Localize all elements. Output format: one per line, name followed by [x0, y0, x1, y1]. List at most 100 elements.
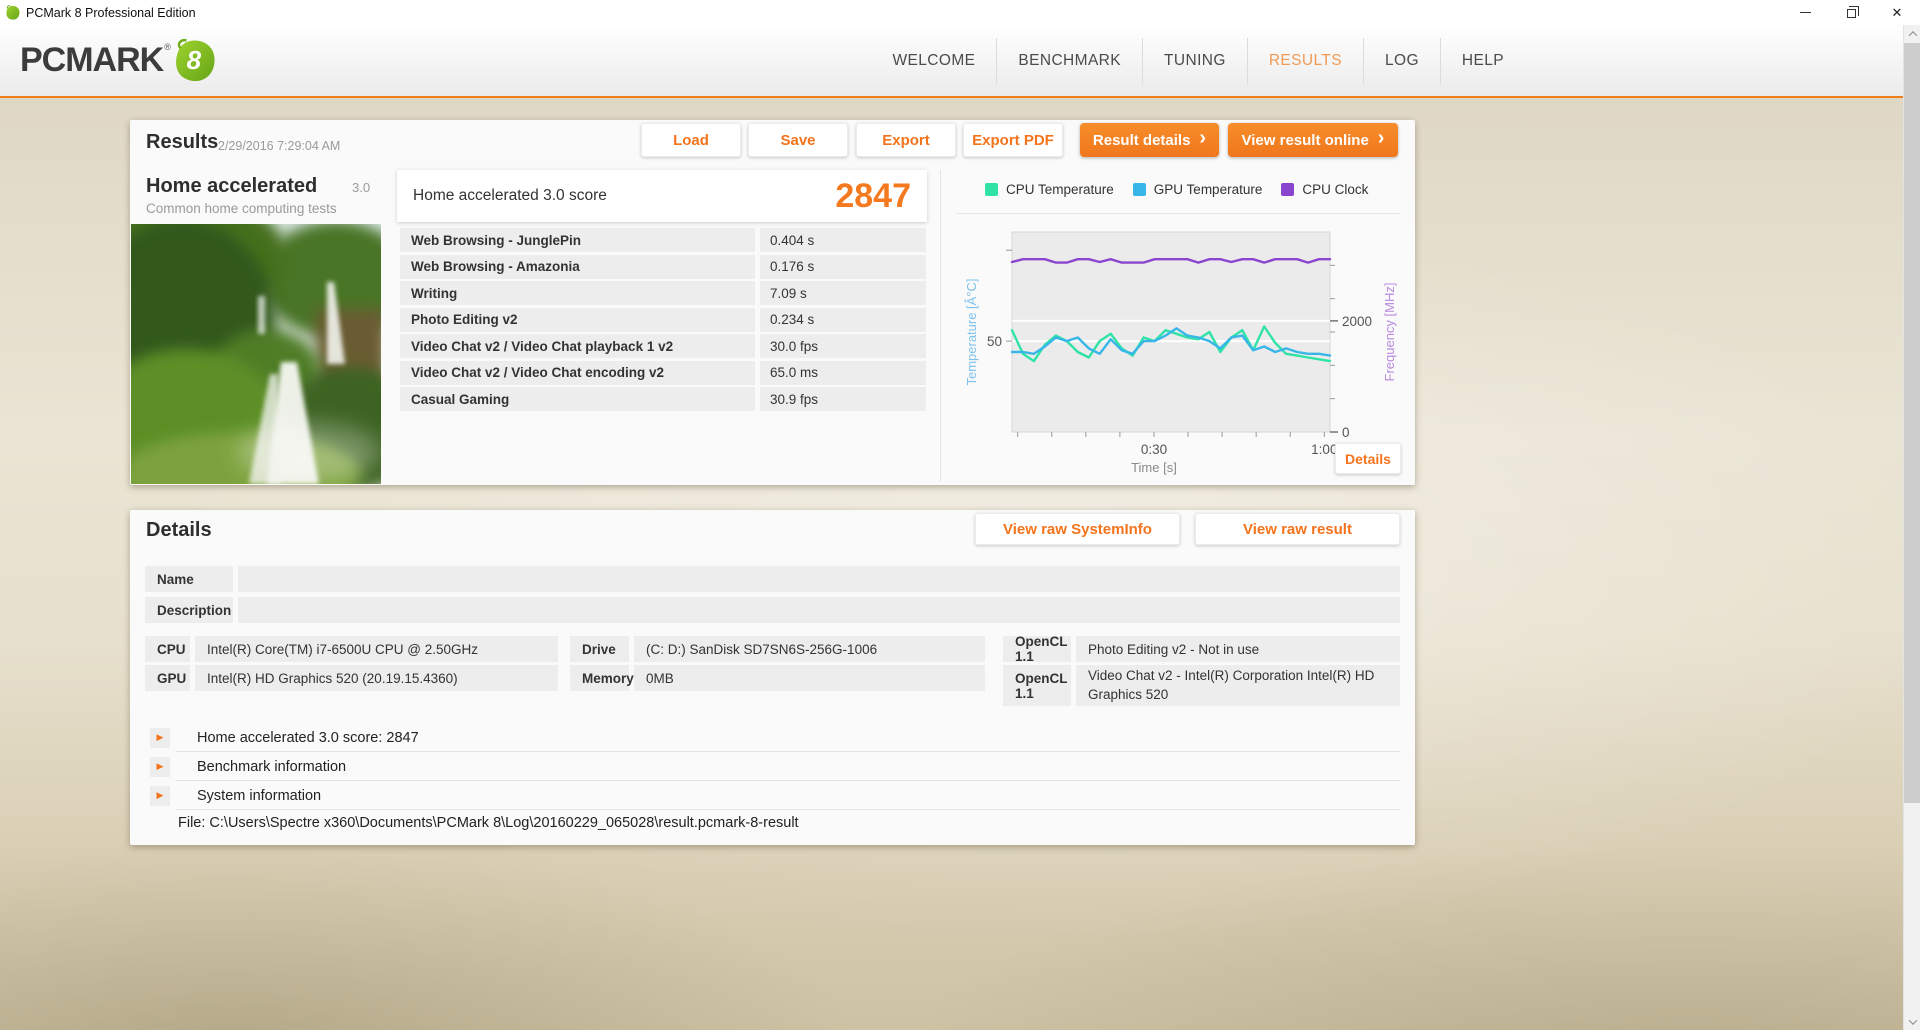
expander-label: Home accelerated 3.0 score: 2847: [197, 729, 419, 746]
metric-value: 0.404 s: [760, 228, 926, 252]
expanders-list: ▶ Home accelerated 3.0 score: 2847 ▶ Benchm…: [150, 723, 1400, 810]
metric-row: Web Browsing - Amazonia 0.176 s: [400, 254, 926, 279]
close-icon: ✕: [1891, 5, 1903, 20]
expander-label: Benchmark information: [197, 758, 347, 775]
header-accent-rule: [0, 96, 1920, 98]
expand-arrow-icon: ▶: [150, 785, 170, 806]
score-label: Home accelerated 3.0 score: [413, 187, 607, 204]
metric-row: Web Browsing - JunglePin 0.404 s: [400, 228, 926, 252]
column-divider: [940, 170, 941, 482]
metric-name: Writing: [400, 281, 755, 305]
close-button[interactable]: ✕: [1874, 0, 1920, 25]
chart-legend: CPU Temperature GPU Temperature CPU Clock: [985, 182, 1368, 197]
export-button[interactable]: Export: [856, 123, 956, 157]
nav-item-welcome[interactable]: WELCOME: [871, 38, 996, 84]
legend-label: CPU Temperature: [1006, 182, 1114, 197]
metric-row: Photo Editing v2 0.234 s: [400, 307, 926, 332]
waterfall-photo: [131, 224, 381, 484]
metric-row: Writing 7.09 s: [400, 281, 926, 305]
metric-row: Video Chat v2 / Video Chat encoding v2 65…: [400, 360, 926, 385]
window-title: PCMark 8 Professional Edition: [26, 5, 196, 20]
load-button[interactable]: Load: [641, 123, 741, 157]
legend-item: GPU Temperature: [1132, 182, 1262, 197]
name-label: Name: [145, 566, 233, 592]
save-button[interactable]: Save: [748, 123, 848, 157]
result-details-button[interactable]: Result details ›: [1080, 123, 1219, 157]
nav-item-tuning[interactable]: TUNING: [1143, 38, 1247, 84]
legend-item: CPU Clock: [1281, 182, 1368, 197]
gpu-value: Intel(R) HD Graphics 520 (20.19.15.4360): [195, 665, 558, 691]
test-subtitle: Common home computing tests: [146, 201, 337, 216]
svg-text:Time [s]: Time [s]: [1131, 460, 1177, 475]
result-timestamp: 2/29/2016 7:29:04 AM: [218, 139, 341, 153]
metric-row: Video Chat v2 / Video Chat playback 1 v2…: [400, 334, 926, 358]
metrics-list: Web Browsing - JunglePin 0.404 s Web Brows…: [400, 228, 926, 411]
legend-item: CPU Temperature: [985, 182, 1114, 197]
chevron-right-icon: ›: [1199, 127, 1207, 149]
expand-arrow-icon: ▶: [150, 727, 170, 748]
nav-item-benchmark[interactable]: BENCHMARK: [997, 38, 1142, 84]
metric-value: 30.9 fps: [760, 387, 926, 411]
legend-divider: [956, 213, 1400, 214]
metric-name: Video Chat v2 / Video Chat playback 1 v2: [400, 334, 755, 358]
svg-text:0:30: 0:30: [1141, 442, 1167, 457]
nav-item-help[interactable]: HELP: [1441, 38, 1525, 84]
test-name: Home accelerated: [146, 175, 318, 197]
scroll-down-button[interactable]: [1904, 1013, 1920, 1030]
pcmark-logo: PCMARK ® 8: [20, 38, 216, 82]
drive-value: (C: D:) SanDisk SD7SN6S-256G-1006: [634, 636, 985, 662]
export-pdf-button[interactable]: Export PDF: [963, 123, 1063, 157]
app-header: PCMARK ® 8 WELCOME BENCHMARK TUNING RESULTS…: [0, 25, 1920, 96]
chart-details-button[interactable]: Details: [1335, 443, 1401, 474]
expander-row[interactable]: ▶ Home accelerated 3.0 score: 2847: [150, 723, 1400, 752]
svg-text:50: 50: [987, 334, 1002, 349]
metric-name: Casual Gaming: [400, 387, 755, 411]
expander-row[interactable]: ▶ System information: [150, 781, 1400, 810]
vertical-scrollbar[interactable]: [1903, 25, 1920, 1030]
chevron-up-icon: [1908, 30, 1917, 40]
restore-button[interactable]: [1828, 0, 1874, 25]
scrollbar-thumb[interactable]: [1904, 43, 1920, 803]
metric-name: Web Browsing - JunglePin: [400, 228, 755, 252]
svg-text:Frequency [MHz]: Frequency [MHz]: [1382, 283, 1397, 382]
memory-value: 0MB: [634, 665, 985, 691]
scroll-up-button[interactable]: [1904, 25, 1920, 42]
score-box: Home accelerated 3.0 score 2847: [397, 170, 927, 222]
chevron-down-icon: [1908, 1015, 1917, 1025]
cpu-label: CPU: [145, 636, 190, 662]
expander-label: System information: [197, 787, 322, 804]
memory-label: Memory: [570, 665, 634, 691]
window-controls: ✕: [1782, 0, 1920, 25]
description-field[interactable]: [238, 597, 1400, 623]
view-result-online-button[interactable]: View result online ›: [1228, 123, 1398, 157]
title-bar: PCMark 8 Professional Edition ✕: [0, 0, 1920, 25]
opencl-1-value: Photo Editing v2 - Not in use: [1076, 636, 1400, 662]
nav-item-results[interactable]: RESULTS: [1248, 38, 1363, 84]
legend-swatch-icon: [1281, 183, 1295, 196]
opencl-1-label: OpenCL 1.1: [1003, 634, 1071, 664]
brand-text: PCMARK: [20, 40, 164, 79]
view-raw-result-button[interactable]: View raw result: [1195, 513, 1400, 545]
details-panel: Details View raw SystemInfo View raw res…: [130, 510, 1415, 845]
svg-text:0: 0: [1342, 425, 1350, 440]
restore-icon: [1846, 5, 1859, 18]
name-field[interactable]: [238, 566, 1400, 592]
legend-label: CPU Clock: [1302, 182, 1369, 197]
expand-arrow-icon: ▶: [150, 756, 170, 777]
legend-swatch-icon: [985, 183, 998, 196]
results-panel: Results 2/29/2016 7:29:04 AM Load Save E…: [130, 120, 1415, 485]
result-file-path: File: C:\Users\Spectre x360\Documents\PC…: [178, 815, 799, 831]
metric-name: Video Chat v2 / Video Chat encoding v2: [400, 360, 755, 385]
minimize-icon: [1799, 11, 1811, 14]
chart-svg: 50 2000 0 0:30 1:00 Time [s] Temperature [Â°C]…: [964, 231, 1397, 475]
expander-row[interactable]: ▶ Benchmark information: [150, 752, 1400, 781]
minimize-button[interactable]: [1782, 0, 1828, 25]
monitoring-chart: 50 2000 0 0:30 1:00 Time [s] Temperature [Â°C]…: [950, 225, 1410, 480]
gpu-label: GPU: [145, 665, 190, 691]
view-raw-systeminfo-button[interactable]: View raw SystemInfo: [975, 513, 1180, 545]
drive-label: Drive: [570, 636, 629, 662]
app-leaf-icon: [5, 5, 20, 20]
legend-swatch-icon: [1132, 183, 1146, 196]
opencl-2-value: Video Chat v2 - Intel(R) Corporation Int…: [1076, 665, 1400, 706]
nav-item-log[interactable]: LOG: [1364, 38, 1440, 84]
